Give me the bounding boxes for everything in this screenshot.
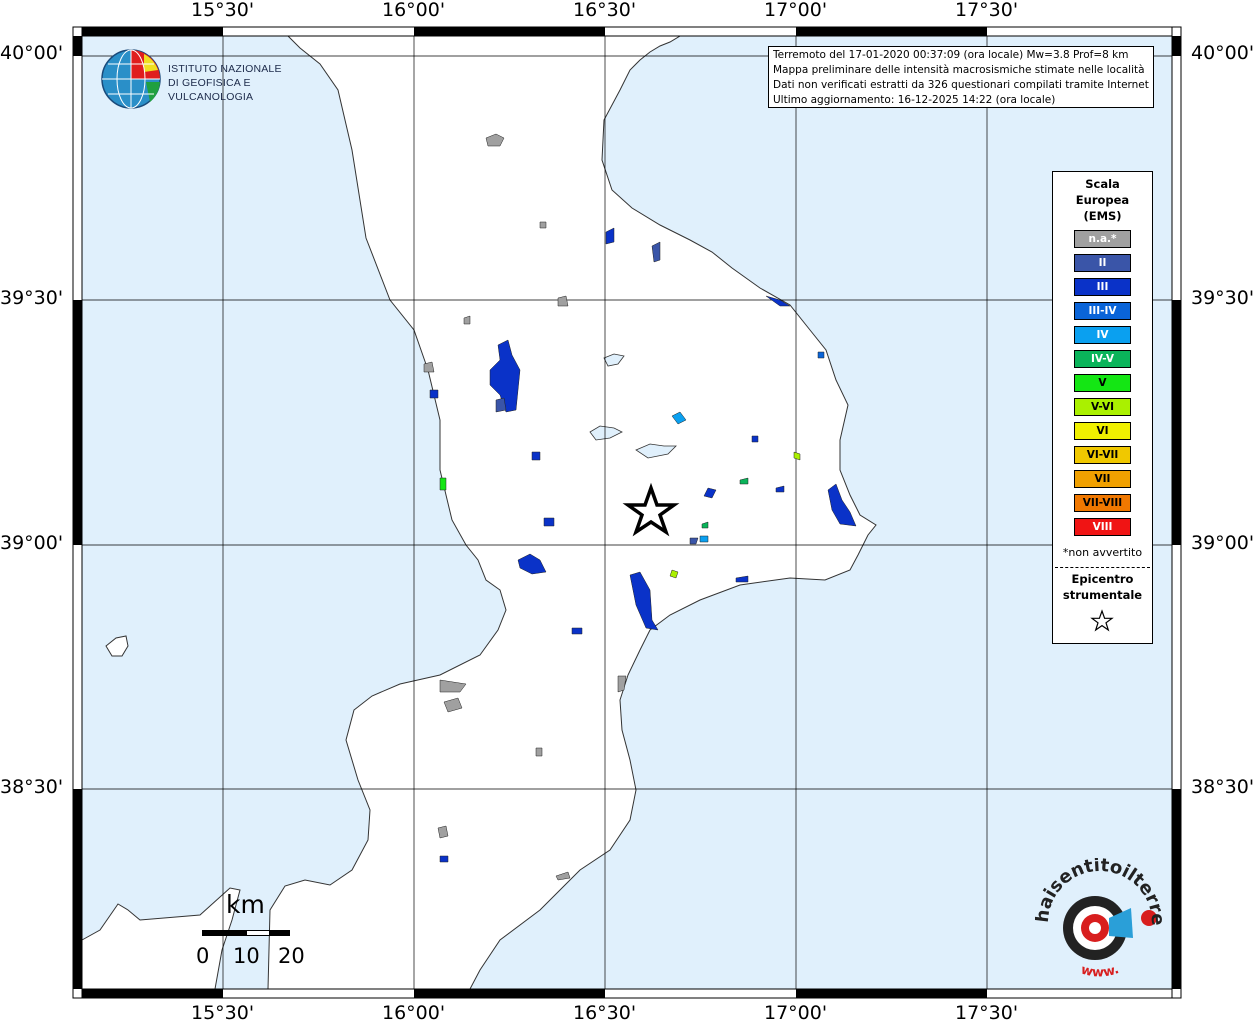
haisentito-logo: haisentitoilterremoto.it www. (1035, 858, 1165, 981)
event-info-box: Terremoto del 17-01-2020 00:37:09 (ora l… (768, 46, 1154, 108)
ingv-name-line2: DI GEOFISICA E VULCANOLOGIA (168, 77, 254, 103)
lon-label-top-1: 15°30' (191, 0, 255, 21)
legend-items: n.a.* II III III-IV IV IV-V V V-VI VI VI-VII VII VI… (1074, 230, 1131, 542)
scale-bar-graphic (202, 930, 290, 936)
ems-legend: Scala Europea (EMS) n.a.* II III III-IV IV IV… (1052, 171, 1153, 644)
epicentro-line1: Epicentro (1071, 572, 1134, 586)
lat-label-right-1: 40°00' (1191, 42, 1255, 64)
legend-item: VI-VII (1074, 446, 1131, 464)
lat-label-right-3: 39°00' (1191, 532, 1255, 554)
scale-bar: km 0 10 20 (190, 890, 310, 970)
epicentro-line2: strumentale (1062, 588, 1143, 602)
legend-item: III-IV (1074, 302, 1131, 320)
haisentito-url: www. (1079, 962, 1121, 980)
legend-item: II (1074, 254, 1131, 272)
lat-label-left-4: 38°30' (0, 776, 64, 798)
lon-label-top-5: 17°30' (955, 0, 1019, 21)
scale-tick-0: 0 (196, 944, 210, 968)
lat-label-left-3: 39°00' (0, 532, 64, 554)
info-line-event: Terremoto del 17-01-2020 00:37:09 (ora l… (773, 49, 1129, 61)
legend-item: VII-VIII (1074, 494, 1131, 512)
info-line-updated: Ultimo aggiornamento: 16-12-2025 14:22 (… (773, 94, 1056, 106)
legend-item: VII (1074, 470, 1131, 488)
legend-title-line2: Europea (1075, 193, 1130, 207)
legend-title-line1: Scala (1085, 177, 1120, 191)
legend-item: III (1074, 278, 1131, 296)
scale-unit: km (226, 890, 265, 919)
legend-separator (1055, 567, 1150, 568)
lat-label-right-2: 39°30' (1191, 287, 1255, 309)
ingv-name-line1: ISTITUTO NAZIONALE (168, 63, 282, 75)
legend-item: n.a.* (1074, 230, 1131, 248)
lon-label-top-2: 16°00' (382, 0, 446, 21)
lon-label-bottom-4: 17°00' (764, 1002, 828, 1024)
globe-icon (101, 49, 161, 109)
info-line-data: Dati non verificati estratti da 326 ques… (773, 79, 1149, 91)
epicentro-label: Epicentro strumentale (1053, 571, 1152, 603)
scale-tick-20: 20 (278, 944, 305, 968)
legend-title: Scala Europea (EMS) (1053, 176, 1152, 224)
scale-tick-10: 10 (233, 944, 260, 968)
legend-item: IV (1074, 326, 1131, 344)
lon-label-top-4: 17°00' (764, 0, 828, 21)
non-avvertito-note: *non avvertito (1062, 546, 1143, 559)
lat-label-left-2: 39°30' (0, 287, 64, 309)
info-line-map: Mappa preliminare delle intensità macros… (773, 64, 1145, 76)
svg-text:www.: www. (1079, 962, 1121, 980)
legend-item: VIII (1074, 518, 1131, 536)
lon-label-bottom-2: 16°00' (382, 1002, 446, 1024)
ingv-logo: ISTITUTO NAZIONALE DI GEOFISICA E VULCAN… (100, 48, 330, 110)
lon-label-bottom-1: 15°30' (191, 1002, 255, 1024)
epicenter-star-icon (1090, 609, 1114, 632)
lat-label-right-4: 38°30' (1191, 776, 1255, 798)
lat-label-left-1: 40°00' (0, 42, 64, 64)
lon-label-top-3: 16°30' (573, 0, 637, 21)
legend-item: VI (1074, 422, 1131, 440)
lon-label-bottom-5: 17°30' (955, 1002, 1019, 1024)
lon-label-bottom-3: 16°30' (573, 1002, 637, 1024)
legend-item: IV-V (1074, 350, 1131, 368)
legend-title-line3: (EMS) (1083, 209, 1122, 223)
legend-item: V-VI (1074, 398, 1131, 416)
legend-item: V (1074, 374, 1131, 392)
